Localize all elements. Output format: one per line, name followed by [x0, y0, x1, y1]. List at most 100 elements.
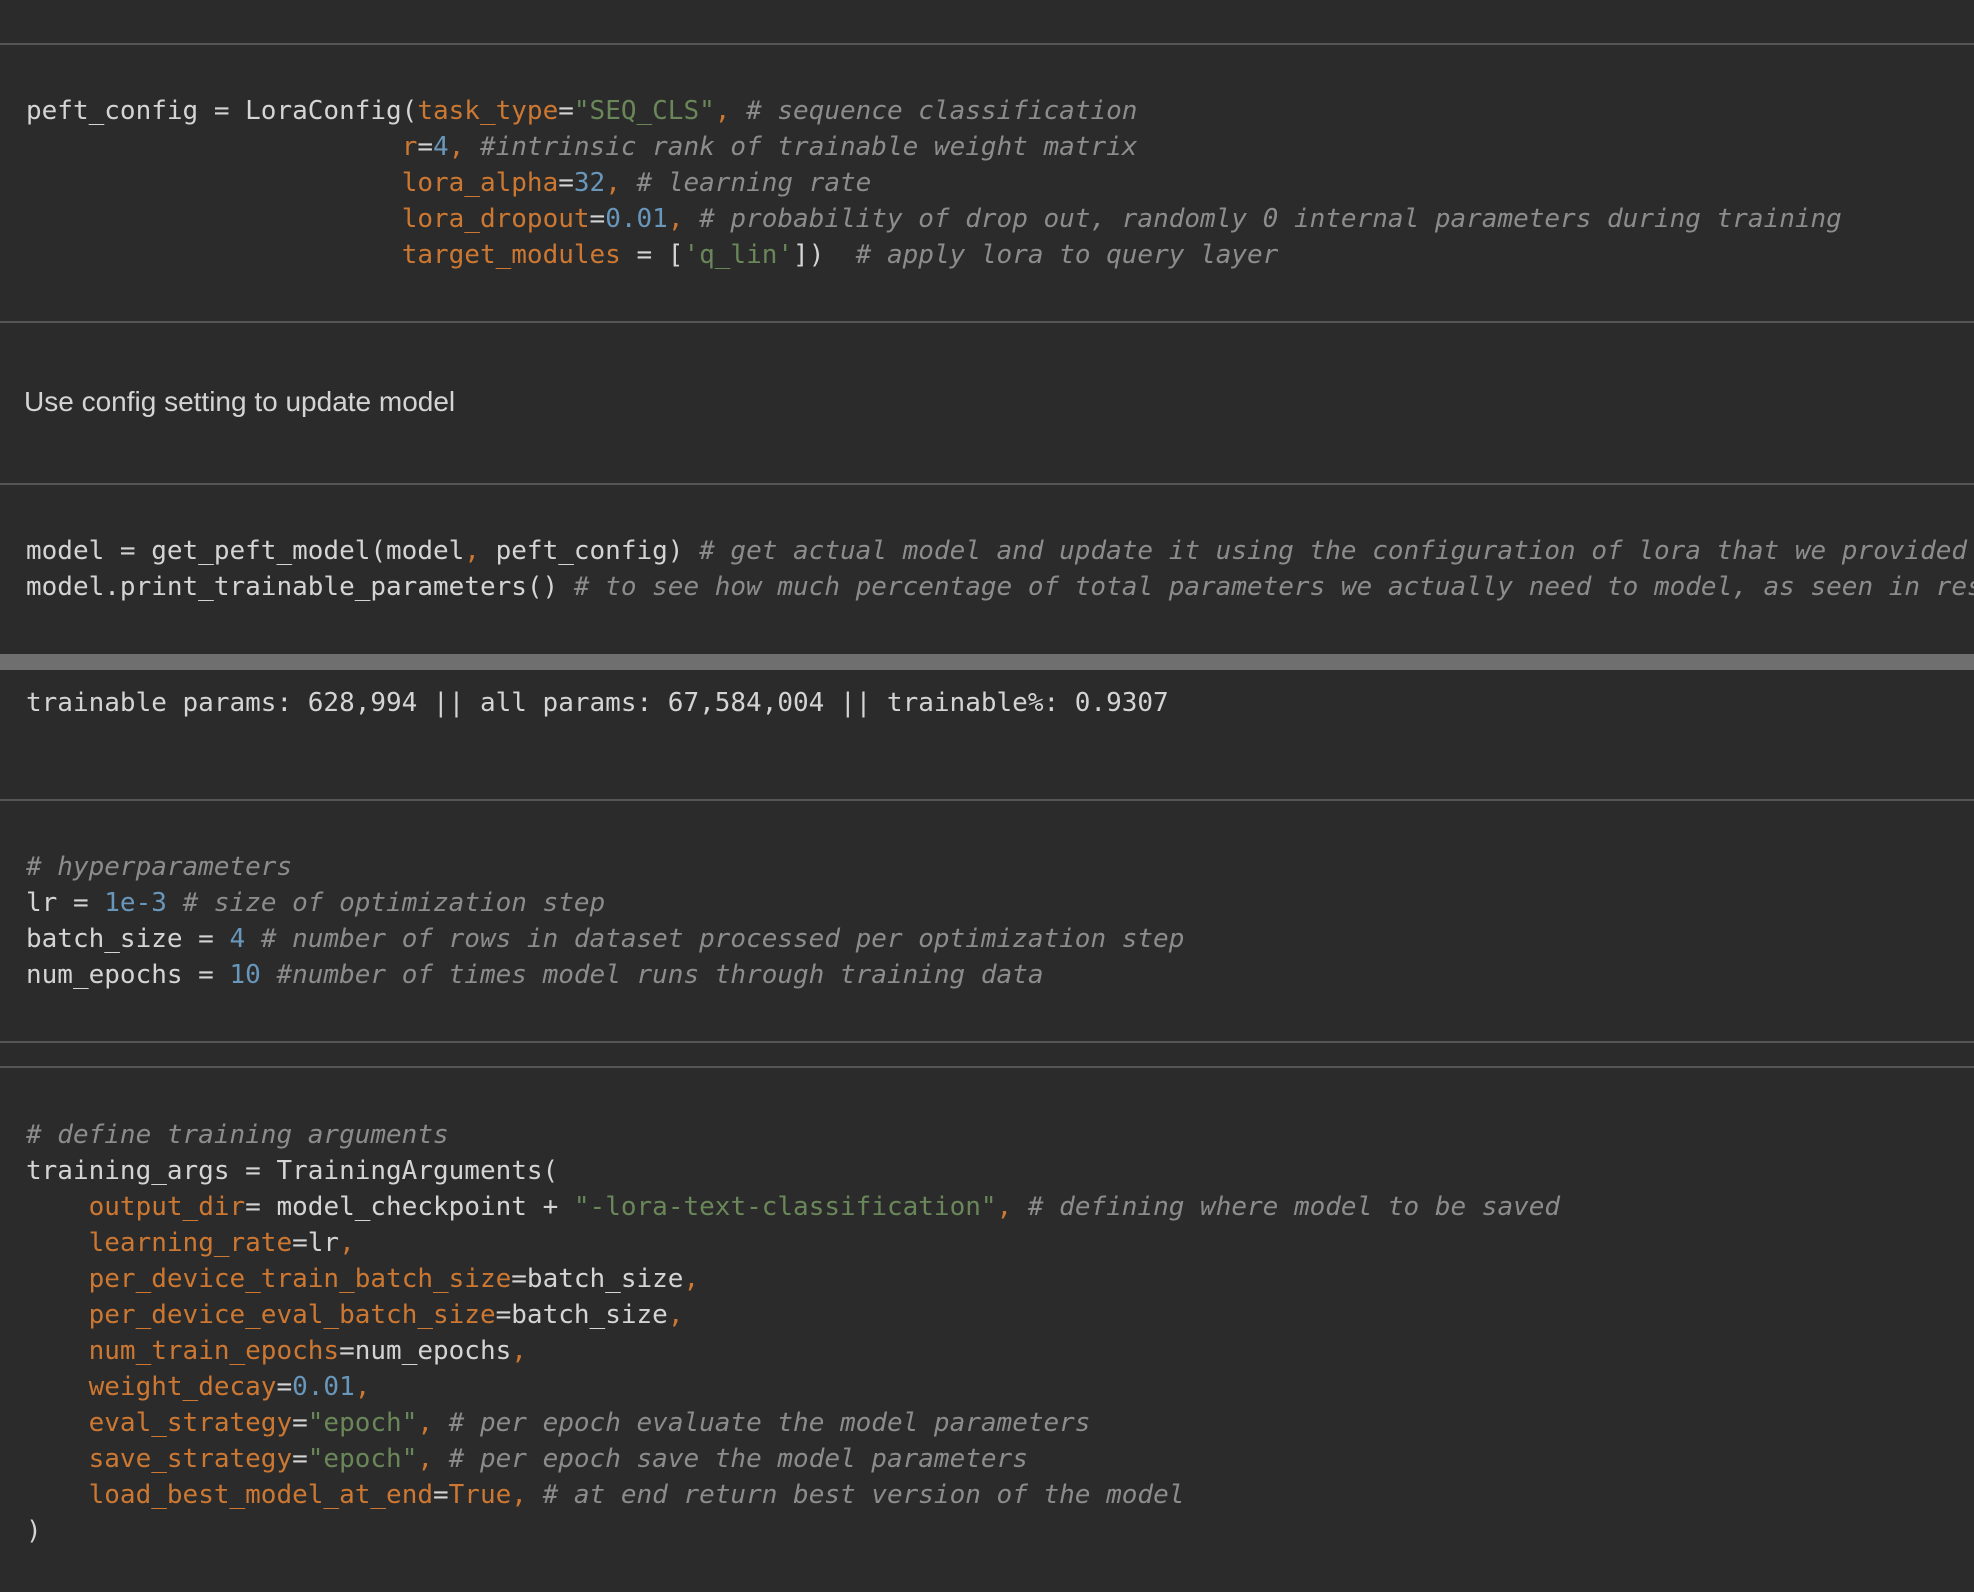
code-token: target_modules: [401, 240, 621, 270]
code-token: batch_size =: [26, 924, 230, 954]
code-cell-hyperparameters[interactable]: # hyperparameters lr = 1e-3 # size of opt…: [26, 849, 1184, 993]
code-token: # get actual model and update it using t…: [699, 536, 1968, 566]
code-token: # probability of drop out, randomly 0 in…: [699, 204, 1842, 234]
code-line: ): [26, 1513, 1560, 1549]
code-token: =lr: [292, 1228, 340, 1258]
code-token: weight_decay: [88, 1372, 277, 1402]
code-token: # define training arguments: [26, 1120, 449, 1150]
code-token: per_device_eval_batch_size: [88, 1300, 496, 1330]
code-token: "SEQ_CLS": [573, 96, 715, 126]
code-line: load_best_model_at_end=True, # at end re…: [26, 1477, 1560, 1513]
code-line: training_args = TrainingArguments(: [26, 1153, 1560, 1189]
code-token: ,: [511, 1480, 543, 1510]
code-line: per_device_train_batch_size=batch_size,: [26, 1261, 1560, 1297]
code-token: 10: [229, 960, 261, 990]
code-token: ,: [667, 1300, 684, 1330]
code-token: # sequence classification: [746, 96, 1138, 126]
code-token: ,: [683, 1264, 700, 1294]
code-token: 1e-3: [104, 888, 167, 918]
code-token: lr =: [26, 888, 105, 918]
code-token: =: [433, 1480, 449, 1510]
code-token: # to see how much percentage of total pa…: [573, 572, 1974, 602]
code-token: per_device_train_batch_size: [88, 1264, 512, 1294]
code-line: target_modules = ['q_lin']) # apply lora…: [26, 237, 1842, 273]
code-token: =: [558, 168, 574, 198]
code-token: # at end return best version of the mode…: [542, 1480, 1185, 1510]
code-token: =: [417, 132, 433, 162]
code-token: 4: [229, 924, 246, 954]
code-token: "epoch": [307, 1408, 418, 1438]
code-token: ,: [417, 1444, 449, 1474]
code-cell-training-arguments[interactable]: # define training arguments training_args…: [26, 1117, 1560, 1549]
code-token: ]): [793, 240, 856, 270]
code-token: ,: [605, 168, 637, 198]
code-token: model.print_trainable_parameters(): [26, 572, 574, 602]
code-token: =: [292, 1444, 308, 1474]
code-cell-get-peft-model[interactable]: model = get_peft_model(model, peft_confi…: [26, 533, 1974, 605]
code-line: peft_config = LoraConfig(task_type="SEQ_…: [26, 93, 1842, 129]
code-token: =: [276, 1372, 293, 1402]
code-token: peft_config = LoraConfig(: [26, 96, 418, 126]
code-token: #intrinsic rank of trainable weight matr…: [479, 132, 1138, 162]
code-token: num_train_epochs: [88, 1336, 340, 1366]
code-token: task_type: [417, 96, 559, 126]
code-line: weight_decay=0.01,: [26, 1369, 1560, 1405]
code-token: r: [401, 132, 418, 162]
code-line: save_strategy="epoch", # per epoch save …: [26, 1441, 1560, 1477]
code-token: num_epochs =: [26, 960, 230, 990]
cell-separator: [0, 321, 1974, 323]
code-line: lora_dropout=0.01, # probability of drop…: [26, 201, 1842, 237]
code-token: 'q_lin': [683, 240, 794, 270]
code-token: # apply lora to query layer: [855, 240, 1279, 270]
code-cell-peft-config[interactable]: peft_config = LoraConfig(task_type="SEQ_…: [26, 93, 1842, 273]
code-token: 0.01: [292, 1372, 355, 1402]
code-token: model = get_peft_model(model: [26, 536, 465, 566]
code-token: # size of optimization step: [182, 888, 606, 918]
cell-separator: [0, 1066, 1974, 1068]
cell-output-trainable-params: trainable params: 628,994 || all params:…: [26, 688, 1169, 718]
code-line: num_epochs = 10 #number of times model r…: [26, 957, 1184, 993]
code-token: "-lora-text-classification": [573, 1192, 997, 1222]
code-token: ,: [667, 204, 700, 234]
code-line: num_train_epochs=num_epochs,: [26, 1333, 1560, 1369]
code-token: = [: [620, 240, 684, 270]
code-line: eval_strategy="epoch", # per epoch evalu…: [26, 1405, 1560, 1441]
code-token: 32: [573, 168, 606, 198]
code-token: ,: [417, 1408, 449, 1438]
code-line: r=4, #intrinsic rank of trainable weight…: [26, 129, 1842, 165]
code-token: lora_alpha: [401, 168, 559, 198]
code-token: output_dir: [88, 1192, 246, 1222]
code-token: ,: [448, 132, 480, 162]
code-line: # hyperparameters: [26, 849, 1184, 885]
code-token: =: [558, 96, 574, 126]
code-token: =: [589, 204, 606, 234]
code-token: # hyperparameters: [26, 852, 293, 882]
code-token: save_strategy: [88, 1444, 293, 1474]
code-token: ,: [464, 536, 496, 566]
code-token: # defining where model to be saved: [1027, 1192, 1561, 1222]
code-token: = model_checkpoint +: [245, 1192, 574, 1222]
code-token: =: [292, 1408, 308, 1438]
code-token: ,: [339, 1228, 355, 1258]
code-line: model.print_trainable_parameters() # to …: [26, 569, 1974, 605]
code-token: # number of rows in dataset processed pe…: [260, 924, 1185, 954]
code-token: ,: [511, 1336, 527, 1366]
cell-separator: [0, 799, 1974, 801]
output-separator: [0, 654, 1974, 670]
code-token: ,: [354, 1372, 371, 1402]
code-token: True: [448, 1480, 512, 1510]
code-token: lora_dropout: [401, 204, 590, 234]
code-token: peft_config): [495, 536, 700, 566]
